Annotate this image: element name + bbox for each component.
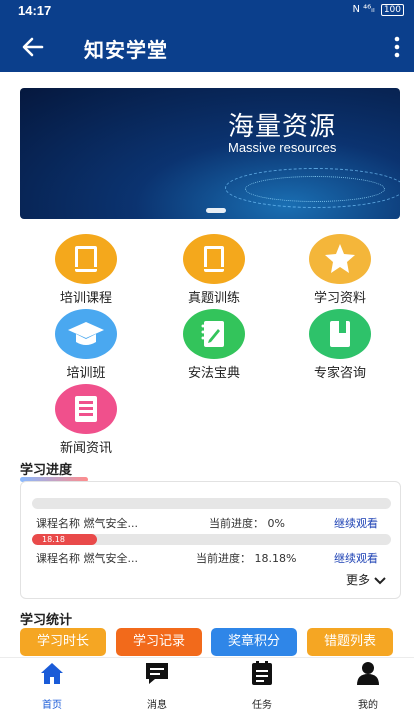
course-name: 课程名称 燃气安全...	[36, 552, 138, 565]
progress-bar	[32, 498, 391, 509]
menu-item-label: 新闻资讯	[59, 441, 112, 456]
menu-item-study-materials[interactable]: 学习资料	[280, 234, 400, 306]
back-arrow-icon[interactable]	[18, 32, 48, 62]
more-link[interactable]: 更多	[346, 571, 386, 588]
menu-item-label: 真题训练	[187, 291, 240, 306]
more-vert-icon[interactable]	[394, 36, 400, 58]
tab-profile[interactable]: 我的	[338, 660, 398, 711]
graduation-cap-icon	[55, 309, 117, 359]
banner-subtitle: Massive resources	[228, 140, 337, 155]
study-record-button[interactable]: 学习记录	[116, 628, 202, 656]
tab-label: 任务	[252, 700, 272, 711]
current-progress: 当前进度： 18.18%	[196, 552, 297, 565]
battery-icon: 100	[380, 4, 404, 16]
carousel-indicator[interactable]	[206, 208, 226, 213]
more-link-label: 更多	[346, 573, 371, 587]
signal-indicator: N ⁴⁶ᵢₗ	[352, 4, 375, 15]
star-icon	[309, 234, 371, 284]
app-bar: 知安学堂	[0, 22, 414, 72]
menu-item-training-courses[interactable]: 培训课程	[26, 234, 146, 306]
menu-item-exam-practice[interactable]: 真题训练	[154, 234, 274, 306]
progress-bar-text: 18.18	[42, 535, 65, 544]
tab-home[interactable]: 首页	[22, 660, 82, 711]
section-title-stats: 学习统计	[20, 613, 73, 628]
wrong-answers-button[interactable]: 错题列表	[307, 628, 393, 656]
bottom-tab-bar: 首页 消息 任务 我的	[0, 657, 414, 711]
course-name: 课程名称 燃气安全...	[36, 517, 138, 530]
status-icons: N ⁴⁶ᵢₗ 100	[352, 4, 404, 16]
section-title-text: 学习进度	[20, 463, 73, 478]
continue-watching-link[interactable]: 继续观看	[334, 550, 378, 566]
edit-notebook-icon	[183, 309, 245, 359]
user-icon	[357, 662, 379, 685]
menu-item-safety-law[interactable]: 安法宝典	[154, 309, 274, 381]
document-icon	[309, 309, 371, 359]
progress-bar-fill: 18.18	[32, 534, 98, 545]
menu-item-label: 安法宝典	[187, 366, 240, 381]
continue-watching-link[interactable]: 继续观看	[334, 515, 378, 531]
study-time-button[interactable]: 学习时长	[20, 628, 106, 656]
chevron-down-icon	[374, 577, 386, 585]
tab-messages[interactable]: 消息	[127, 660, 187, 711]
menu-item-label: 学习资料	[313, 291, 366, 306]
status-bar: 14:17 N ⁴⁶ᵢₗ 100	[0, 0, 414, 22]
menu-item-news[interactable]: 新闻资讯	[26, 384, 146, 456]
tab-label: 我的	[358, 700, 378, 711]
menu-item-label: 专家咨询	[313, 366, 366, 381]
current-progress: 当前进度： 0%	[209, 517, 285, 530]
task-icon	[252, 661, 272, 685]
menu-item-label: 培训课程	[59, 291, 112, 306]
section-title-progress: 学习进度	[20, 459, 88, 482]
promo-banner[interactable]: 海量资源 Massive resources	[20, 88, 400, 219]
medal-points-button[interactable]: 奖章积分	[211, 628, 297, 656]
menu-item-label: 培训班	[66, 366, 106, 381]
tab-label: 消息	[147, 700, 167, 711]
tab-label: 首页	[42, 700, 62, 711]
menu-item-training-class[interactable]: 培训班	[26, 309, 146, 381]
page-title: 知安学堂	[84, 38, 168, 62]
banner-title: 海量资源	[228, 112, 337, 142]
progress-bar: 18.18	[32, 534, 391, 545]
book-icon	[55, 234, 117, 284]
home-icon	[41, 663, 63, 684]
news-icon	[55, 384, 117, 434]
message-icon	[146, 663, 168, 684]
status-time: 14:17	[18, 3, 52, 18]
menu-item-expert-consult[interactable]: 专家咨询	[280, 309, 400, 381]
notebook-icon	[183, 234, 245, 284]
progress-card: 课程名称 燃气安全... 当前进度： 0% 继续观看 18.18 课程名称 燃气…	[20, 481, 401, 599]
banner-decoration	[245, 176, 385, 202]
tab-tasks[interactable]: 任务	[232, 660, 292, 711]
